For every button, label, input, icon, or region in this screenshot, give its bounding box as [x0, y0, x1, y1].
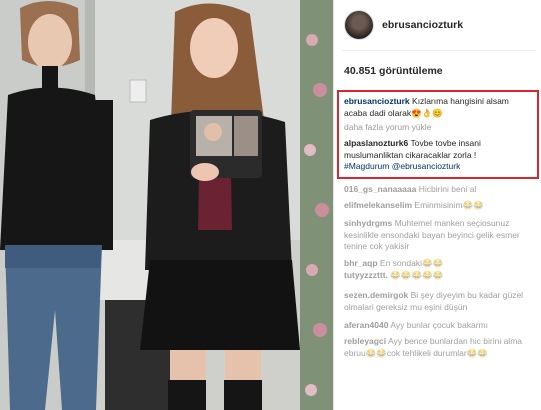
avatar[interactable]: [344, 10, 374, 40]
caption-username[interactable]: ebrusanciozturk: [344, 96, 410, 106]
comment-username[interactable]: sinhydrgms: [344, 218, 392, 228]
comment-tags[interactable]: #Magdurum @ebrusanciozturk: [344, 161, 460, 171]
comment-username[interactable]: tutyyzzzttt.: [344, 270, 388, 280]
comment-username[interactable]: elifmelekanselim: [344, 200, 412, 210]
load-more-comments[interactable]: daha fazla yorum yükle: [344, 122, 431, 132]
comment-username[interactable]: 016_gs_nanaaaaa: [344, 184, 416, 194]
header-username[interactable]: ebrusanciozturk: [382, 19, 463, 31]
comment-username[interactable]: alpaslanozturk6: [344, 138, 408, 148]
comment-text: 😂😂😂😂😂: [390, 270, 444, 280]
comment-text: Eminmisinim😂😂: [414, 200, 484, 210]
list-item: rebleyagci Ayy bence bunlardan hic birin…: [344, 336, 534, 359]
caption: ebrusanciozturk Kızlarıma hangisini alsa…: [344, 96, 534, 119]
list-item: tutyyzzzttt. 😂😂😂😂😂: [344, 270, 534, 282]
comment-username[interactable]: rebleyagci: [344, 336, 386, 346]
comment-username[interactable]: aferan4040: [344, 320, 388, 330]
comment-username[interactable]: sezen.demirgok: [344, 290, 408, 300]
highlighted-comment: alpaslanozturk6 Tovbe tovbe insani muslu…: [344, 138, 534, 173]
list-item: sinhydrgms Muhtemel manken seçiosunuz ke…: [344, 218, 534, 253]
list-item: elifmelekanselim Eminmisinim😂😂: [344, 200, 534, 212]
comment-text: Ayy bunlar çocuk bakarmı: [390, 320, 488, 330]
post-header: ebrusanciozturk: [344, 8, 463, 42]
comment-username[interactable]: bhr_aqp: [344, 258, 378, 268]
post-photo: [0, 0, 333, 410]
list-item: bhr_aqp En sondaki😂😂: [344, 258, 534, 270]
comment-text: En sondaki😂😂: [379, 258, 444, 268]
post-sidebar: ebrusanciozturk 40.851 görüntüleme ebrus…: [333, 0, 541, 410]
divider: [342, 50, 536, 51]
view-count: 40.851 görüntüleme: [344, 65, 443, 77]
list-item: sezen.demirgok Bi şey diyeyim bu kadar g…: [344, 290, 534, 313]
list-item: 016_gs_nanaaaaa Hicbirini beni al: [344, 184, 534, 196]
comment-text: Hicbirini beni al: [418, 184, 477, 194]
list-item: aferan4040 Ayy bunlar çocuk bakarmı: [344, 320, 534, 332]
photo-illustration: [0, 0, 333, 410]
